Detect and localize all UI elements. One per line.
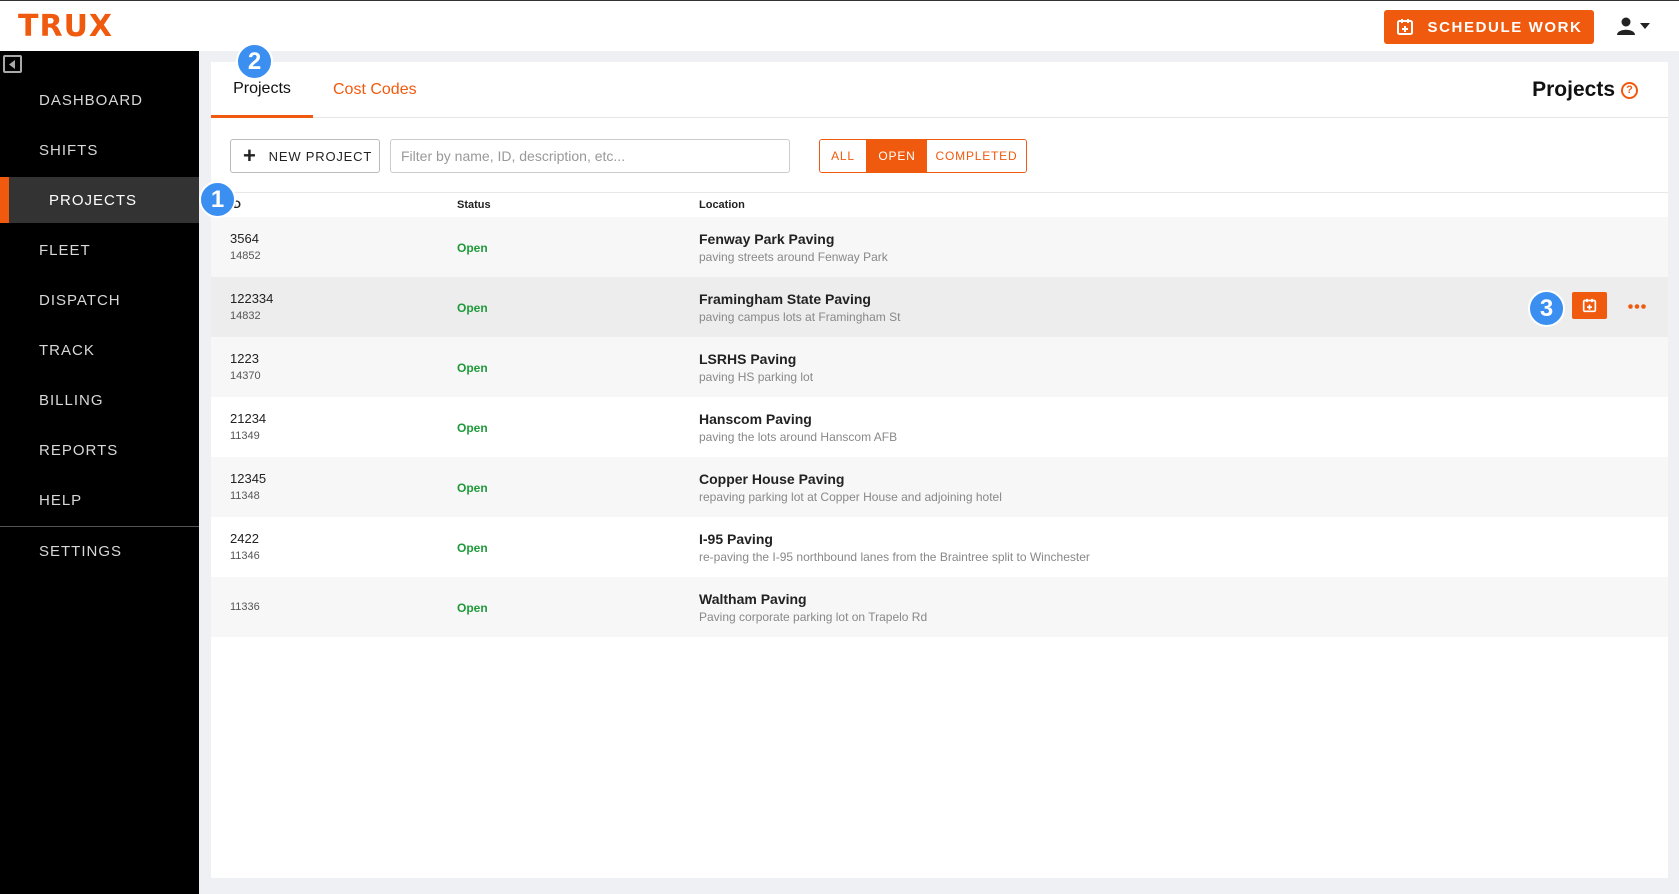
filter-input[interactable] <box>390 139 790 173</box>
project-id: 122334 <box>230 291 274 306</box>
project-number: 14832 <box>230 310 261 322</box>
table-row[interactable]: 3564 14852 Open Fenway Park Paving pavin… <box>211 217 1668 277</box>
collapse-sidebar-icon[interactable] <box>3 55 22 73</box>
sidebar-item-projects[interactable]: PROJECTS <box>0 177 199 223</box>
status-badge: Open <box>457 241 488 255</box>
project-name: Framingham State Paving <box>699 291 871 307</box>
annotation-badge-2: 2 <box>236 43 273 80</box>
project-name: Copper House Paving <box>699 471 845 487</box>
new-project-button[interactable]: + NEW PROJECT <box>230 139 380 173</box>
column-header-location[interactable]: Location <box>699 199 745 211</box>
project-description: paving HS parking lot <box>699 370 814 384</box>
calendar-plus-icon <box>1582 298 1597 313</box>
caret-down-icon <box>1640 23 1650 29</box>
new-project-label: NEW PROJECT <box>268 148 373 164</box>
sidebar-item-track[interactable]: TRACK <box>0 327 199 373</box>
project-number: 14852 <box>230 250 261 262</box>
status-badge: Open <box>457 361 488 375</box>
project-number: 14370 <box>230 370 261 382</box>
status-badge: Open <box>457 301 488 315</box>
trux-logo[interactable]: TRUX <box>18 9 113 44</box>
schedule-work-label: SCHEDULE WORK <box>1427 18 1583 36</box>
sidebar-item-reports[interactable]: REPORTS <box>0 427 199 473</box>
sidebar: DASHBOARD SHIFTS PROJECTS FLEET DISPATCH… <box>0 51 199 894</box>
page-title: Projects ? <box>1532 78 1638 102</box>
project-name: I-95 Paving <box>699 531 773 547</box>
tab-cost-codes[interactable]: Cost Codes <box>333 62 417 118</box>
project-number: 11346 <box>230 550 260 562</box>
project-id: 12345 <box>230 471 267 486</box>
row-schedule-button[interactable] <box>1572 292 1607 319</box>
filter-completed-button[interactable]: COMPLETED <box>927 140 1026 172</box>
table-row[interactable]: 12345 11348 Open Copper House Paving rep… <box>211 457 1668 517</box>
project-id: 21234 <box>230 411 267 426</box>
table-row[interactable]: 122334 14832 Open Framingham State Pavin… <box>211 277 1668 337</box>
project-description: Paving corporate parking lot on Trapelo … <box>699 610 928 624</box>
sidebar-item-help[interactable]: HELP <box>0 477 199 523</box>
table-row[interactable]: 2422 11346 Open I-95 Paving re-paving th… <box>211 517 1668 577</box>
table-header: ID Status Location <box>211 192 1668 215</box>
sidebar-item-dispatch[interactable]: DISPATCH <box>0 277 199 323</box>
sidebar-item-fleet[interactable]: FLEET <box>0 227 199 273</box>
sidebar-item-shifts[interactable]: SHIFTS <box>0 127 199 173</box>
project-description: re-paving the I-95 northbound lanes from… <box>699 550 1090 564</box>
table-row[interactable]: 21234 11349 Open Hanscom Paving paving t… <box>211 397 1668 457</box>
table-row[interactable]: 11336 Open Waltham Paving Paving corpora… <box>211 577 1668 637</box>
project-description: paving campus lots at Framingham St <box>699 310 901 324</box>
calendar-plus-icon <box>1396 19 1413 35</box>
project-number: 11348 <box>230 490 260 502</box>
filter-all-button[interactable]: ALL <box>820 140 867 172</box>
project-name: LSRHS Paving <box>699 351 797 367</box>
help-icon[interactable]: ? <box>1621 81 1638 99</box>
table-row[interactable]: 1223 14370 Open LSRHS Paving paving HS p… <box>211 337 1668 397</box>
project-description: paving streets around Fenway Park <box>699 250 888 264</box>
plus-icon: + <box>243 143 257 168</box>
sidebar-divider <box>0 526 199 527</box>
filter-open-button[interactable]: OPEN <box>867 140 927 172</box>
page-title-text: Projects <box>1532 78 1615 101</box>
status-filter: ALL OPEN COMPLETED <box>819 139 1027 173</box>
user-menu[interactable] <box>1616 13 1656 39</box>
annotation-badge-3: 3 <box>1528 290 1565 327</box>
project-description: repaving parking lot at Copper House and… <box>699 490 1002 504</box>
status-badge: Open <box>457 421 488 435</box>
column-header-status[interactable]: Status <box>457 199 491 211</box>
status-badge: Open <box>457 481 488 495</box>
sidebar-item-settings[interactable]: SETTINGS <box>0 528 199 574</box>
project-number: 11336 <box>230 601 260 613</box>
sidebar-item-billing[interactable]: BILLING <box>0 377 199 423</box>
status-badge: Open <box>457 601 488 615</box>
tab-bar: Projects Cost Codes Projects ? <box>211 62 1668 118</box>
project-name: Waltham Paving <box>699 591 807 607</box>
user-icon <box>1617 17 1635 35</box>
status-badge: Open <box>457 541 488 555</box>
project-id: 1223 <box>230 351 259 366</box>
project-number: 11349 <box>230 430 260 442</box>
project-description: paving the lots around Hanscom AFB <box>699 430 898 444</box>
sidebar-item-dashboard[interactable]: DASHBOARD <box>0 77 199 123</box>
project-id: 2422 <box>230 531 259 546</box>
project-name: Fenway Park Paving <box>699 231 835 247</box>
project-id: 3564 <box>230 231 259 246</box>
more-options-icon[interactable] <box>1625 294 1649 318</box>
project-name: Hanscom Paving <box>699 411 812 427</box>
projects-card: Projects Cost Codes Projects ? + NEW PRO… <box>211 62 1668 878</box>
schedule-work-button[interactable]: SCHEDULE WORK <box>1384 10 1594 44</box>
annotation-badge-1: 1 <box>199 181 236 218</box>
